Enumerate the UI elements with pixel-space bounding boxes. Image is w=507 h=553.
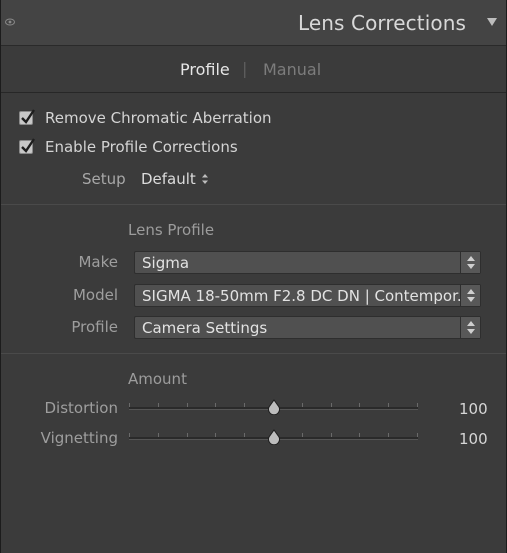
slider-tick	[302, 403, 303, 407]
distortion-value[interactable]: 100	[459, 400, 488, 418]
profile-select[interactable]: Camera Settings	[134, 316, 481, 339]
enable-profile-corrections-label: Enable Profile Corrections	[45, 138, 238, 156]
slider-tick	[244, 403, 245, 407]
make-value: Sigma	[142, 254, 190, 272]
slider-tick	[215, 403, 216, 407]
distortion-label: Distortion	[44, 399, 119, 417]
slider-thumb[interactable]	[267, 429, 281, 445]
remove-chromatic-aberration-row[interactable]: Remove Chromatic Aberration	[19, 108, 272, 128]
enable-profile-corrections-checkbox[interactable]	[19, 138, 35, 154]
slider-thumb[interactable]	[267, 399, 281, 415]
slider-tick	[417, 433, 418, 437]
lens-profile-heading: Lens Profile	[128, 221, 215, 239]
slider-tick	[388, 403, 389, 407]
profile-label: Profile	[71, 318, 118, 336]
slider-tick	[359, 403, 360, 407]
slider-tick	[359, 433, 360, 437]
make-select[interactable]: Sigma	[134, 251, 481, 274]
distortion-slider[interactable]	[129, 399, 418, 415]
setup-label: Setup	[82, 170, 126, 188]
make-select-button[interactable]	[460, 252, 480, 273]
model-select[interactable]: SIGMA 18-50mm F2.8 DC DN | Contempor...	[134, 284, 481, 307]
checkmark-icon	[21, 109, 35, 124]
tab-manual[interactable]: Manual	[263, 60, 321, 79]
lens-corrections-panel: Lens Corrections Profile | Manual Remove…	[0, 0, 507, 553]
tab-separator: |	[242, 59, 248, 78]
slider-tick	[158, 403, 159, 407]
slider-tick	[129, 433, 130, 437]
slider-tick	[129, 403, 130, 407]
slider-tick	[158, 433, 159, 437]
slider-tick	[331, 403, 332, 407]
checkmark-icon	[21, 138, 35, 153]
slider-tick	[331, 433, 332, 437]
make-label: Make	[78, 253, 118, 271]
enable-profile-corrections-row[interactable]: Enable Profile Corrections	[19, 137, 238, 157]
up-down-arrows-icon	[467, 289, 475, 302]
slider-tick	[302, 433, 303, 437]
slider-tick	[244, 433, 245, 437]
slider-tick	[388, 433, 389, 437]
profile-select-button[interactable]	[460, 317, 480, 338]
vignetting-value[interactable]: 100	[459, 430, 488, 448]
section-divider	[1, 353, 506, 354]
slider-tick	[215, 433, 216, 437]
up-down-arrows-icon[interactable]	[201, 174, 209, 184]
slider-tick	[187, 433, 188, 437]
vignetting-label: Vignetting	[40, 429, 118, 447]
up-down-arrows-icon	[467, 256, 475, 269]
up-down-arrows-icon	[467, 321, 475, 334]
tab-profile[interactable]: Profile	[180, 60, 230, 79]
model-value: SIGMA 18-50mm F2.8 DC DN | Contempor...	[142, 287, 460, 305]
profile-value: Camera Settings	[142, 319, 268, 337]
model-label: Model	[72, 286, 118, 304]
triangle-down-icon[interactable]	[487, 18, 497, 27]
model-select-button[interactable]	[460, 285, 480, 306]
mode-tabs: Profile | Manual	[1, 46, 506, 93]
remove-chromatic-aberration-label: Remove Chromatic Aberration	[45, 109, 272, 127]
vignetting-slider[interactable]	[129, 429, 418, 445]
panel-title[interactable]: Lens Corrections	[298, 11, 466, 35]
remove-chromatic-aberration-checkbox[interactable]	[19, 109, 35, 125]
setup-dropdown[interactable]: Default	[141, 170, 196, 188]
section-divider	[1, 204, 506, 205]
slider-tick	[187, 403, 188, 407]
slider-tick	[417, 403, 418, 407]
amount-heading: Amount	[128, 370, 187, 388]
eye-icon[interactable]	[5, 18, 15, 26]
panel-header[interactable]: Lens Corrections	[1, 0, 506, 46]
